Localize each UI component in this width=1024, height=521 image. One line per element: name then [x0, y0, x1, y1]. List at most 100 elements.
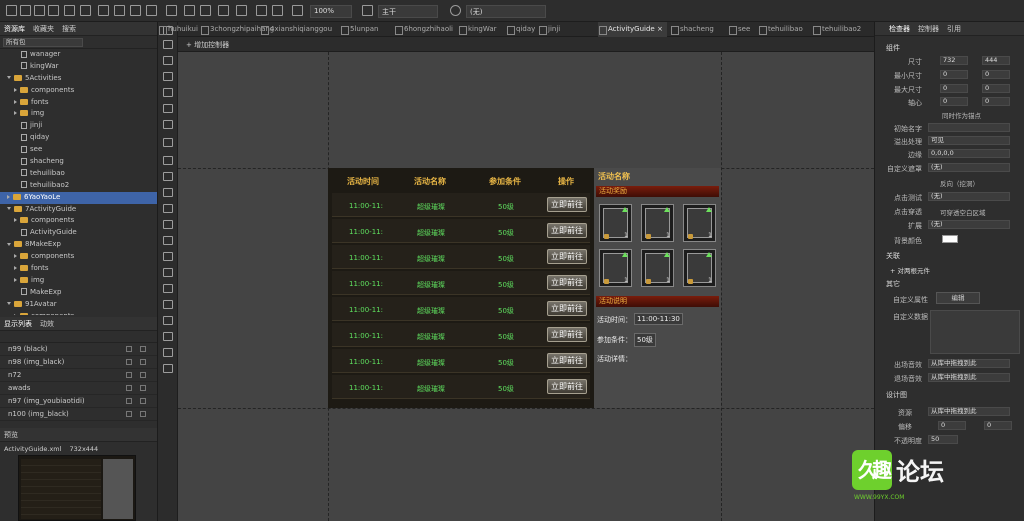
- tree-item[interactable]: 8MakeExp: [0, 239, 157, 251]
- expand-arrow-icon[interactable]: [7, 302, 11, 306]
- tab-document[interactable]: 4xianshiqianggou: [260, 22, 332, 37]
- tree-item[interactable]: shacheng: [0, 156, 157, 168]
- tool-icon[interactable]: [163, 364, 173, 373]
- tool-icon[interactable]: [163, 188, 173, 197]
- tool-icon[interactable]: [163, 236, 173, 245]
- resource-input[interactable]: 从库中拖拽到此: [928, 407, 1010, 416]
- visibility-checkbox[interactable]: [140, 359, 146, 365]
- extend-select[interactable]: (无): [928, 220, 1010, 229]
- custom-attr-edit-button[interactable]: 编辑: [936, 292, 980, 304]
- add-relation-button[interactable]: + 对两根元件: [890, 265, 930, 275]
- folder-icon[interactable]: [98, 5, 109, 16]
- tab-search[interactable]: 搜索: [62, 24, 76, 34]
- tool-icon[interactable]: [163, 300, 173, 309]
- expand-arrow-icon[interactable]: [7, 242, 11, 246]
- tree-item[interactable]: 5Activities: [0, 73, 157, 85]
- tree-item[interactable]: kingWar: [0, 61, 157, 73]
- visibility-checkbox[interactable]: [126, 346, 132, 352]
- zoom-icon[interactable]: [292, 5, 303, 16]
- tab-document[interactable]: huhuikui: [158, 22, 198, 37]
- pivot-x-input[interactable]: 0: [940, 97, 968, 106]
- offset-x-input[interactable]: 0: [938, 421, 966, 430]
- tree-item[interactable]: see: [0, 144, 157, 156]
- go-now-button[interactable]: 立即前往: [547, 301, 587, 316]
- expand-arrow-icon[interactable]: [7, 76, 11, 80]
- refresh-icon[interactable]: [272, 5, 283, 16]
- expand-arrow-icon[interactable]: [14, 266, 17, 271]
- expand-arrow-icon[interactable]: [14, 313, 17, 315]
- visibility-checkbox[interactable]: [126, 372, 132, 378]
- visibility-checkbox[interactable]: [140, 398, 146, 404]
- branch-icon[interactable]: [362, 5, 373, 16]
- min-width-input[interactable]: 0: [940, 70, 968, 79]
- reverse-mask-checkbox[interactable]: 反向（挖洞）: [940, 178, 979, 188]
- expand-arrow-icon[interactable]: [14, 111, 17, 116]
- hit-test-select[interactable]: (无): [928, 192, 1010, 201]
- tree-item[interactable]: qiday: [0, 132, 157, 144]
- frame-icon[interactable]: [130, 5, 141, 16]
- pivot-anchor-checkbox[interactable]: 同时作为锚点: [942, 110, 981, 120]
- tab-document[interactable]: 6hongzhihaoli: [394, 22, 453, 37]
- bg-color-swatch[interactable]: [942, 235, 958, 243]
- zoom-select[interactable]: 100%: [310, 5, 352, 18]
- expand-arrow-icon[interactable]: [14, 99, 17, 104]
- tab-display-list[interactable]: 显示列表: [4, 319, 32, 329]
- close-icon[interactable]: ×: [655, 25, 663, 33]
- show-sound-input[interactable]: 从库中拖拽到此: [928, 359, 1010, 368]
- tool-icon[interactable]: [163, 88, 173, 97]
- tab-inspector[interactable]: 检查器: [889, 24, 910, 34]
- tab-document[interactable]: ActivityGuide ×: [598, 22, 667, 37]
- reward-slot[interactable]: 1: [599, 249, 632, 287]
- reward-slot[interactable]: 1: [641, 249, 674, 287]
- disk-icon[interactable]: [166, 5, 177, 16]
- opacity-input[interactable]: 50: [928, 435, 958, 444]
- visibility-checkbox[interactable]: [126, 398, 132, 404]
- tab-document[interactable]: shacheng: [670, 22, 714, 37]
- tree-item[interactable]: tehuilibao: [0, 168, 157, 180]
- tool-icon[interactable]: [163, 204, 173, 213]
- tab-document[interactable]: kingWar: [458, 22, 497, 37]
- tab-document[interactable]: qiday: [506, 22, 535, 37]
- tree-item[interactable]: img: [0, 108, 157, 120]
- go-now-button[interactable]: 立即前往: [547, 379, 587, 394]
- reward-slot[interactable]: 1: [599, 204, 632, 242]
- margin-input[interactable]: 0,0,0,0: [928, 149, 1010, 158]
- globe-icon[interactable]: [450, 5, 461, 16]
- tree-item[interactable]: components: [0, 251, 157, 263]
- min-height-input[interactable]: 0: [982, 70, 1010, 79]
- tool-icon[interactable]: [163, 156, 173, 165]
- expand-arrow-icon[interactable]: [7, 194, 10, 199]
- tab-document[interactable]: jinji: [538, 22, 560, 37]
- tree-item[interactable]: components: [0, 311, 157, 315]
- tool-icon[interactable]: [163, 284, 173, 293]
- go-now-button[interactable]: 立即前往: [547, 275, 587, 290]
- expand-arrow-icon[interactable]: [14, 254, 17, 259]
- send-icon[interactable]: [218, 5, 229, 16]
- publish-icon[interactable]: [64, 5, 75, 16]
- tree-item[interactable]: fonts: [0, 97, 157, 109]
- tree-item[interactable]: wanager: [0, 49, 157, 61]
- package-filter[interactable]: 所有包: [3, 38, 83, 47]
- width-input[interactable]: 732: [940, 56, 968, 65]
- cut-icon[interactable]: [184, 5, 195, 16]
- tool-icon[interactable]: [163, 40, 173, 49]
- max-height-input[interactable]: 0: [982, 84, 1010, 93]
- export-icon[interactable]: [114, 5, 125, 16]
- tool-icon[interactable]: [163, 56, 173, 65]
- tree-item[interactable]: img: [0, 275, 157, 287]
- tab-library[interactable]: 资源库: [4, 24, 25, 34]
- tree-item[interactable]: jinji: [0, 120, 157, 132]
- resize-icon[interactable]: [200, 5, 211, 16]
- tree-item[interactable]: MakeExp: [0, 287, 157, 299]
- tool-icon[interactable]: [163, 72, 173, 81]
- height-input[interactable]: 444: [982, 56, 1010, 65]
- display-list-item[interactable]: awads: [0, 382, 157, 395]
- list-icon[interactable]: [146, 5, 157, 16]
- overflow-select[interactable]: 可见: [928, 136, 1010, 145]
- tool-icon[interactable]: [163, 348, 173, 357]
- tool-icon[interactable]: [163, 332, 173, 341]
- visibility-checkbox[interactable]: [140, 372, 146, 378]
- section-relations[interactable]: 关联: [886, 251, 900, 261]
- mask-select[interactable]: (无): [928, 163, 1010, 172]
- tool-icon[interactable]: [163, 220, 173, 229]
